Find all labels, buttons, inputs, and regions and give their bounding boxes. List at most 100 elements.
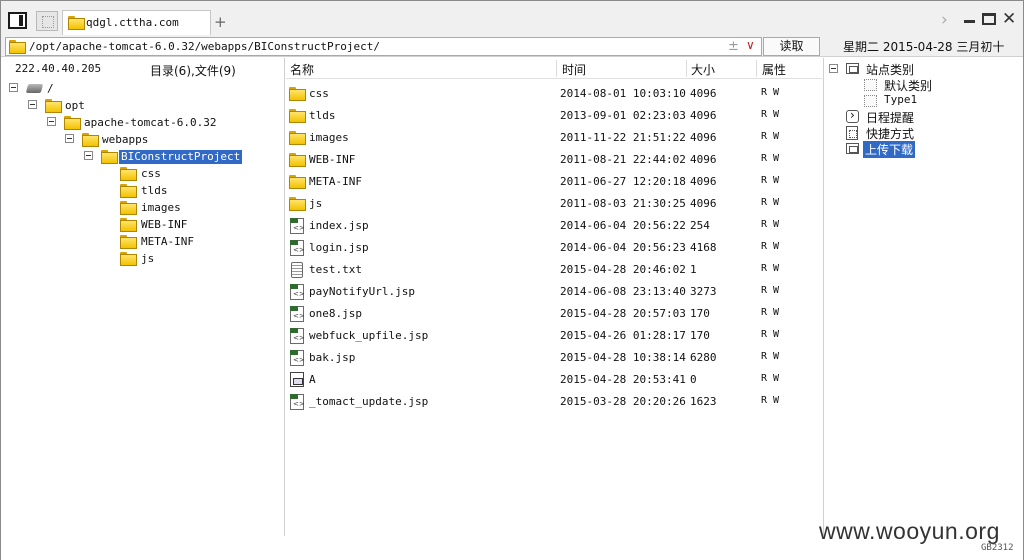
file-time: 2015-04-28 10:38:14 bbox=[560, 351, 686, 364]
file-attr: R W bbox=[761, 109, 780, 120]
file-size: 4168 bbox=[690, 241, 717, 254]
jsp-file-icon bbox=[290, 284, 305, 300]
jsp-file-icon bbox=[290, 328, 305, 344]
file-name: login.jsp bbox=[309, 241, 369, 254]
folder-icon bbox=[120, 252, 137, 266]
folder-icon bbox=[289, 109, 306, 123]
column-divider[interactable] bbox=[686, 60, 687, 77]
file-attr: R W bbox=[761, 197, 780, 208]
file-row[interactable]: payNotifyUrl.jsp 2014-06-08 23:13:40 327… bbox=[286, 281, 822, 303]
file-time: 2011-08-03 21:30:25 bbox=[560, 197, 686, 210]
folder-icon bbox=[289, 197, 306, 211]
column-header-time[interactable]: 时间 bbox=[562, 61, 586, 78]
folder-icon bbox=[289, 87, 306, 101]
file-time: 2014-06-08 23:13:40 bbox=[560, 285, 686, 298]
file-row[interactable]: tlds 2013-09-01 02:23:03 4096 R W bbox=[286, 105, 822, 127]
watermark: www.wooyun.org bbox=[819, 518, 1000, 544]
maximize-icon[interactable] bbox=[982, 13, 996, 25]
collapse-icon[interactable] bbox=[84, 151, 93, 160]
minimize-icon[interactable] bbox=[964, 20, 975, 23]
file-attr: R W bbox=[761, 373, 780, 384]
file-row[interactable]: _tomact_update.jsp 2015-03-28 20:20:26 1… bbox=[286, 391, 822, 413]
file-time: 2015-04-28 20:57:03 bbox=[560, 307, 686, 320]
jsp-file-icon bbox=[290, 306, 305, 322]
file-time: 2011-06-27 12:20:18 bbox=[560, 175, 686, 188]
file-row[interactable]: A 2015-04-28 20:53:41 0 R W bbox=[286, 369, 822, 391]
tree-node-label: css bbox=[141, 167, 161, 180]
file-row[interactable]: WEB-INF 2011-08-21 22:44:02 4096 R W bbox=[286, 149, 822, 171]
tree-node-label: webapps bbox=[102, 133, 149, 146]
new-tab-button[interactable]: + bbox=[214, 13, 227, 31]
file-row[interactable]: images 2011-11-22 21:51:22 4096 R W bbox=[286, 127, 822, 149]
file-row[interactable]: test.txt 2015-04-28 20:46:02 1 R W bbox=[286, 259, 822, 281]
dir-file-count: 目录(6),文件(9) bbox=[150, 64, 236, 78]
folder-icon bbox=[120, 218, 137, 232]
file-row[interactable]: one8.jsp 2015-04-28 20:57:03 170 R W bbox=[286, 303, 822, 325]
sidebar-item-label: Type1 bbox=[884, 93, 918, 106]
sidebar-toggle-icon[interactable] bbox=[8, 12, 27, 29]
file-size: 4096 bbox=[690, 153, 717, 166]
tab-site[interactable]: qdgl.cttha.com bbox=[62, 10, 211, 35]
column-header-name[interactable]: 名称 bbox=[290, 61, 314, 78]
file-row[interactable]: index.jsp 2014-06-04 20:56:22 254 R W bbox=[286, 215, 822, 237]
file-name: tlds bbox=[309, 109, 336, 122]
file-attr: R W bbox=[761, 263, 780, 274]
collapse-icon[interactable] bbox=[829, 64, 838, 73]
path-input[interactable]: /opt/apache-tomcat-6.0.32/webapps/BICons… bbox=[5, 37, 762, 56]
column-divider[interactable] bbox=[556, 60, 557, 77]
tab-bar: qdgl.cttha.com + › ✕ bbox=[1, 1, 1023, 35]
file-row[interactable]: css 2014-08-01 10:03:10 4096 R W bbox=[286, 83, 822, 105]
file-row[interactable]: webfuck_upfile.jsp 2015-04-26 01:28:17 1… bbox=[286, 325, 822, 347]
file-attr: R W bbox=[761, 87, 780, 98]
file-row[interactable]: js 2011-08-03 21:30:25 4096 R W bbox=[286, 193, 822, 215]
file-name: images bbox=[309, 131, 349, 144]
binary-file-icon bbox=[290, 372, 304, 387]
close-icon[interactable]: ✕ bbox=[1002, 9, 1016, 29]
collapse-icon[interactable] bbox=[9, 83, 18, 92]
file-name: js bbox=[309, 197, 323, 210]
file-size: 4096 bbox=[690, 175, 717, 188]
tree-node-label: images bbox=[141, 201, 181, 214]
blank-icon bbox=[864, 95, 877, 107]
sidebar-item-label-selected: 上传下载 bbox=[863, 141, 916, 158]
read-button[interactable]: 读取 bbox=[763, 37, 820, 56]
jsp-file-icon bbox=[290, 350, 305, 366]
forward-icon[interactable]: › bbox=[941, 10, 948, 30]
sidebar-item-label: 站点类别 bbox=[866, 63, 915, 77]
chevron-down-icon[interactable]: ∨ bbox=[746, 38, 755, 52]
file-time: 2014-06-04 20:56:23 bbox=[560, 241, 686, 254]
blank-tab-icon[interactable] bbox=[36, 11, 58, 31]
column-divider[interactable] bbox=[756, 60, 757, 77]
sidebar-item-label: 日程提醒 bbox=[866, 111, 915, 125]
file-size: 4096 bbox=[690, 197, 717, 210]
column-header-size[interactable]: 大小 bbox=[691, 61, 715, 78]
server-ip: 222.40.40.205 bbox=[15, 62, 102, 75]
file-attr: R W bbox=[761, 351, 780, 362]
file-time: 2015-03-28 20:20:26 bbox=[560, 395, 686, 408]
folder-icon bbox=[289, 175, 306, 189]
path-text: /opt/apache-tomcat-6.0.32/webapps/BICons… bbox=[29, 40, 380, 53]
date-display: 星期二 2015-04-28 三月初十 bbox=[843, 40, 1005, 54]
encoding-label[interactable]: GB2312 bbox=[981, 543, 1014, 553]
collapse-icon[interactable] bbox=[65, 134, 74, 143]
file-attr: R W bbox=[761, 329, 780, 340]
file-time: 2015-04-26 01:28:17 bbox=[560, 329, 686, 342]
file-name: css bbox=[309, 87, 329, 100]
folder-icon bbox=[9, 40, 26, 54]
tab-title: qdgl.cttha.com bbox=[86, 16, 179, 29]
directory-tree-pane: 222.40.40.205 目录(6),文件(9) / opt apache-t… bbox=[1, 58, 285, 536]
file-attr: R W bbox=[761, 395, 780, 406]
collapse-icon[interactable] bbox=[28, 100, 37, 109]
file-row[interactable]: login.jsp 2014-06-04 20:56:23 4168 R W bbox=[286, 237, 822, 259]
tree-node-label: opt bbox=[65, 99, 85, 112]
bookmark-icon[interactable]: ± bbox=[728, 39, 739, 54]
file-name: _tomact_update.jsp bbox=[309, 395, 429, 408]
file-row[interactable]: META-INF 2011-06-27 12:20:18 4096 R W bbox=[286, 171, 822, 193]
file-time: 2015-04-28 20:53:41 bbox=[560, 373, 686, 386]
collapse-icon[interactable] bbox=[47, 117, 56, 126]
file-row[interactable]: bak.jsp 2015-04-28 10:38:14 6280 R W bbox=[286, 347, 822, 369]
column-header-attr[interactable]: 属性 bbox=[762, 61, 786, 78]
file-size: 4096 bbox=[690, 87, 717, 100]
file-name: WEB-INF bbox=[309, 153, 356, 166]
sidebar-item-label: 默认类别 bbox=[884, 79, 933, 93]
